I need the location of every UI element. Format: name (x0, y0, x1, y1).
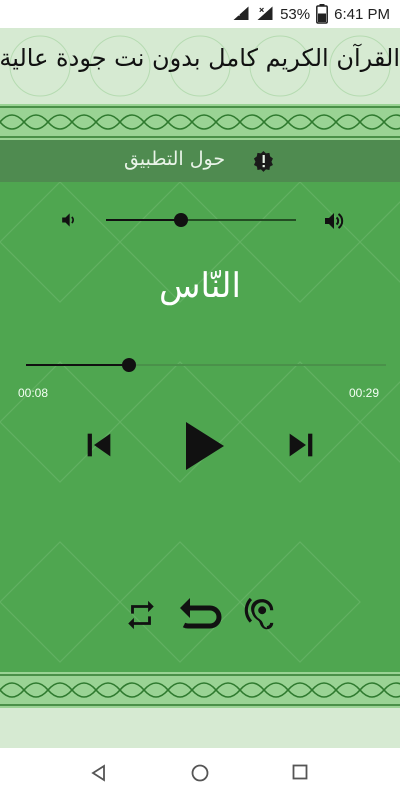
bottom-ornament-band (0, 672, 400, 708)
volume-thumb[interactable] (174, 213, 188, 227)
system-nav-bar (0, 748, 400, 800)
battery-percent: 53% (280, 5, 311, 23)
back-icon[interactable] (90, 764, 108, 782)
volume-down-icon[interactable] (58, 210, 78, 230)
about-app-label: حول التطبيق (124, 148, 226, 170)
progress-track-filled (26, 364, 129, 366)
footer-banner (0, 708, 400, 748)
volume-up-icon[interactable] (322, 209, 346, 233)
volume-track-filled (106, 219, 181, 221)
repeat-icon[interactable] (124, 598, 158, 632)
home-icon[interactable] (190, 763, 210, 783)
status-bar: 53% 6:41 PM (0, 0, 400, 28)
wifi-icon (233, 6, 249, 20)
app-title: القرآن الكريم كامل بدون نت جودة عالية (0, 44, 400, 72)
info-icon (253, 150, 273, 172)
battery-icon (316, 4, 329, 24)
header-banner: القرآن الكريم كامل بدون نت جودة عالية (0, 28, 400, 104)
skip-next-icon[interactable] (284, 428, 318, 462)
total-duration: 00:29 (349, 386, 380, 400)
clock: 6:41 PM (334, 5, 390, 23)
skip-previous-icon[interactable] (82, 428, 116, 462)
recents-icon[interactable] (292, 764, 308, 780)
elapsed-time: 00:08 (18, 386, 49, 400)
replay-icon[interactable] (176, 596, 224, 634)
hearing-icon[interactable] (240, 594, 278, 636)
play-icon[interactable] (182, 420, 226, 472)
top-ornament-band (0, 104, 400, 140)
about-app-bar[interactable]: حول التطبيق (0, 140, 400, 182)
progress-thumb[interactable] (122, 358, 136, 372)
surah-name: النّاس (159, 266, 241, 306)
signal-icon (257, 6, 273, 20)
